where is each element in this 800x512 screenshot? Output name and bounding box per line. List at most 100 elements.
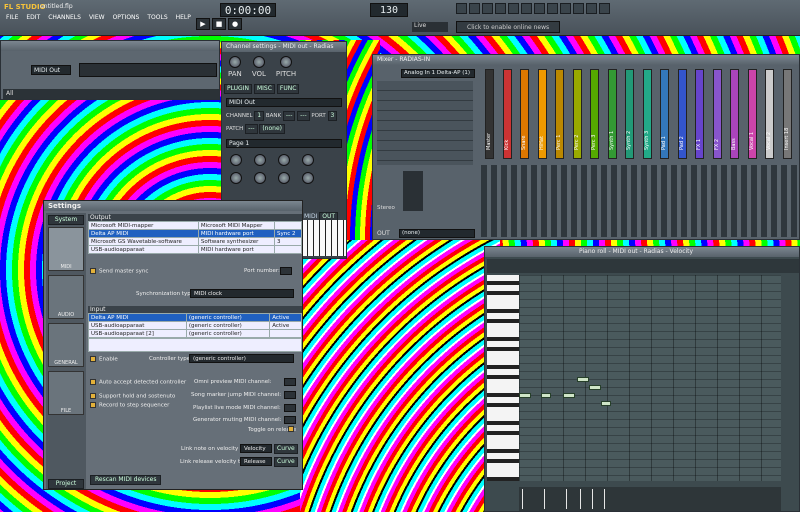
omni-field[interactable]: [284, 378, 296, 386]
menu-options[interactable]: OPTIONS: [113, 14, 140, 21]
output-select[interactable]: (none): [399, 229, 475, 238]
knob-5[interactable]: [230, 172, 242, 184]
mixer-track[interactable]: Pad 2: [677, 69, 687, 159]
note[interactable]: [541, 393, 551, 398]
table-row[interactable]: USB-audioapparaat (generic controller) Act…: [88, 321, 302, 330]
velocity-bar[interactable]: [604, 489, 605, 509]
render-icon[interactable]: [573, 3, 584, 14]
effect-slots[interactable]: [377, 81, 473, 165]
record-step-checkbox[interactable]: [90, 402, 96, 408]
bank-field[interactable]: ---: [282, 111, 296, 121]
channel-icon[interactable]: [521, 3, 532, 14]
port-field[interactable]: 3: [327, 111, 338, 121]
record-button[interactable]: ●: [228, 18, 242, 30]
support-hold-row[interactable]: Support hold and sostenuto: [90, 393, 175, 400]
bank-field-2[interactable]: ---: [297, 111, 310, 121]
enable-row[interactable]: Enable: [90, 356, 118, 363]
note[interactable]: [519, 393, 531, 398]
keyboard-preview[interactable]: [302, 220, 346, 256]
support-hold-checkbox[interactable]: [90, 393, 96, 399]
mixer-icon[interactable]: [508, 3, 519, 14]
mixer-track[interactable]: Vocal 2: [765, 69, 774, 159]
table-row[interactable]: Delta AP MIDI (generic controller) Active: [88, 313, 302, 322]
tab-system[interactable]: System: [48, 215, 84, 225]
mixer-track[interactable]: Synth 1: [607, 69, 617, 159]
tab-misc[interactable]: MISC: [253, 84, 275, 94]
sync-type-select[interactable]: MIDI clock: [190, 289, 294, 298]
preset-select[interactable]: MIDI Out: [226, 98, 342, 107]
menu-channels[interactable]: CHANNELS: [48, 14, 81, 21]
menu-edit[interactable]: EDIT: [26, 14, 40, 21]
velocity-bar[interactable]: [522, 489, 523, 509]
velocity-lane[interactable]: [519, 487, 781, 511]
enable-checkbox[interactable]: [90, 356, 96, 362]
knob-2[interactable]: [254, 154, 266, 166]
pitch-knob[interactable]: [280, 56, 293, 68]
velocity-bar[interactable]: [544, 489, 545, 509]
note[interactable]: [563, 393, 575, 398]
tab-project[interactable]: Project: [48, 479, 84, 489]
note[interactable]: [601, 401, 611, 406]
mixer-track[interactable]: Insert 18: [782, 69, 792, 159]
sidebar-general[interactable]: GENERAL: [48, 323, 84, 367]
playlist-icon[interactable]: [456, 3, 467, 14]
save-icon[interactable]: [560, 3, 571, 14]
patch-name[interactable]: (none): [259, 124, 285, 134]
mixer-faders[interactable]: [481, 165, 799, 237]
patch-field[interactable]: ---: [245, 124, 258, 134]
sidebar-midi[interactable]: MIDI: [48, 227, 84, 271]
mixer-track[interactable]: Synth 2: [625, 69, 634, 159]
note-grid[interactable]: [519, 275, 781, 481]
menu-tools[interactable]: TOOLS: [147, 14, 167, 21]
pan-knob[interactable]: [228, 56, 241, 68]
mixer-track[interactable]: Perc 1: [555, 69, 564, 159]
release-curve-button[interactable]: Curve: [274, 457, 298, 467]
mixer-track[interactable]: HiHat: [537, 69, 547, 159]
table-row[interactable]: Microsoft MIDI-mapper Microsoft MIDI Mapp…: [88, 221, 302, 230]
channel-steps[interactable]: [79, 63, 217, 77]
mixer-track[interactable]: Kick: [502, 69, 512, 159]
insert-fader[interactable]: [403, 171, 423, 211]
toggle-release-checkbox[interactable]: [288, 426, 294, 432]
time-display[interactable]: 0:00:00: [220, 3, 276, 17]
knob-7[interactable]: [278, 172, 290, 184]
mixer-track[interactable]: Synth 3: [642, 69, 652, 159]
sidebar-file[interactable]: FILE: [48, 371, 84, 415]
song-marker-field[interactable]: [284, 391, 296, 399]
mixer-track[interactable]: Bass: [730, 69, 739, 159]
piano-toolbar[interactable]: [487, 259, 799, 273]
note[interactable]: [577, 377, 589, 382]
tab-func[interactable]: FUNC: [276, 84, 300, 94]
port-number-field[interactable]: [280, 267, 292, 275]
note-on-select[interactable]: Velocity: [240, 444, 272, 453]
mixer-track[interactable]: FX 1: [695, 69, 704, 159]
mixer-track[interactable]: Vocal 1: [747, 69, 757, 159]
news-panel[interactable]: Click to enable online news: [456, 21, 560, 33]
velocity-bar[interactable]: [580, 489, 581, 509]
play-button[interactable]: ▶: [196, 18, 210, 30]
knob-4[interactable]: [302, 154, 314, 166]
undo-icon[interactable]: [547, 3, 558, 14]
channel-button[interactable]: MIDI Out: [31, 65, 71, 75]
mixer-track[interactable]: Snare: [520, 69, 529, 159]
mixer-track[interactable]: Perc 3: [590, 69, 599, 159]
knob-6[interactable]: [254, 172, 266, 184]
playlist-field[interactable]: [284, 404, 296, 412]
knob-1[interactable]: [230, 154, 242, 166]
mixer-track[interactable]: Pad 1: [660, 69, 669, 159]
note[interactable]: [589, 385, 601, 390]
table-row[interactable]: Delta AP MIDI MIDI hardware port Sync 2: [88, 229, 302, 238]
table-row[interactable]: Microsoft GS Wavetable-software Software …: [88, 237, 302, 246]
piano-roll-icon[interactable]: [482, 3, 493, 14]
mixer-track[interactable]: Perc 2: [572, 69, 582, 159]
menu-file[interactable]: FILE: [6, 14, 18, 21]
mixer-track[interactable]: Master: [485, 69, 494, 159]
release-select[interactable]: Release: [240, 457, 272, 466]
velocity-bar[interactable]: [566, 489, 567, 509]
note-on-curve-button[interactable]: Curve: [274, 444, 298, 454]
page-select[interactable]: Page 1: [226, 139, 342, 148]
help-icon[interactable]: [599, 3, 610, 14]
send-sync-row[interactable]: Send master sync: [90, 268, 148, 275]
volume-knob[interactable]: [252, 56, 265, 68]
generator-field[interactable]: [284, 416, 296, 424]
